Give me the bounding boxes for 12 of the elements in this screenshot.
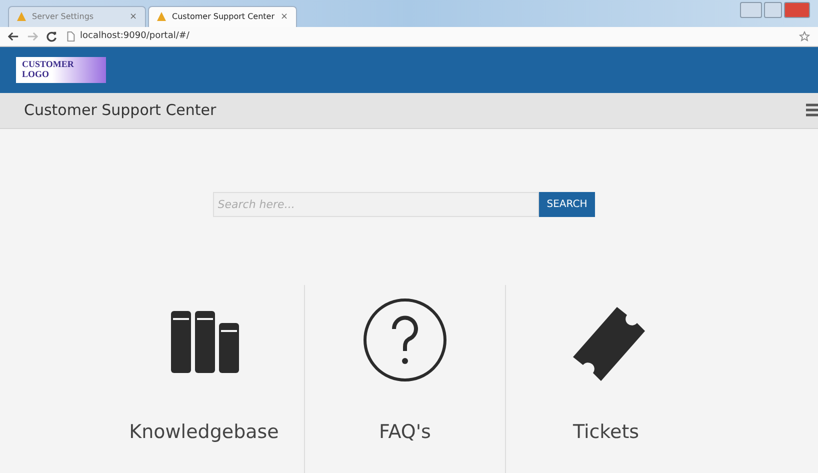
section-link[interactable]: FAQ's bbox=[379, 420, 431, 443]
close-tab-button[interactable]: × bbox=[280, 12, 288, 22]
customer-logo: CUSTOMER LOGO bbox=[16, 56, 106, 83]
search-field[interactable]: Search here... bbox=[212, 192, 539, 217]
browser-tab[interactable]: Server Settings × bbox=[8, 6, 146, 27]
section-link[interactable]: Knowledgebase bbox=[129, 420, 279, 443]
close-tab-button[interactable]: × bbox=[129, 12, 137, 22]
section-link[interactable]: Tickets bbox=[572, 420, 640, 443]
address-field[interactable]: localhost:9090/portal/#/ bbox=[80, 31, 190, 42]
search-button[interactable]: SEARCH bbox=[538, 192, 596, 217]
browser-tab[interactable]: Customer Support Center × bbox=[148, 6, 298, 27]
page-title: Customer Support Center bbox=[24, 101, 216, 120]
